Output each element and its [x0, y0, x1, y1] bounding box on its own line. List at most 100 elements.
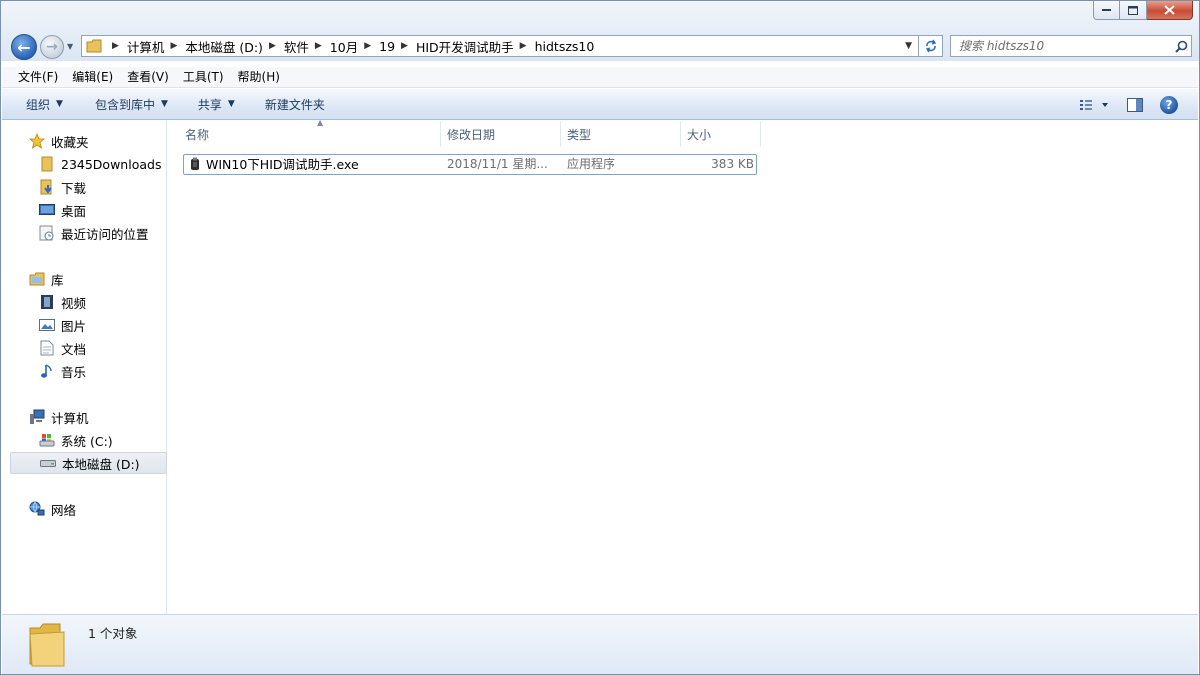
help-button[interactable]: ?: [1160, 95, 1178, 114]
menu-view[interactable]: 查看(V): [119, 67, 175, 88]
organize-label[interactable]: 组织: [26, 96, 50, 113]
chevron-right-icon[interactable]: ▶: [364, 41, 371, 51]
forward-arrow-icon: →: [46, 39, 58, 55]
preview-pane-button[interactable]: [1124, 95, 1146, 115]
column-header-size[interactable]: 大小: [681, 121, 761, 147]
chevron-right-icon[interactable]: ▶: [401, 41, 408, 51]
breadcrumb-label[interactable]: 软件: [284, 37, 309, 56]
recent-pages-dropdown[interactable]: ▼: [67, 42, 73, 51]
breadcrumb-label[interactable]: 计算机: [127, 37, 165, 56]
breadcrumb-3[interactable]: ▶ 10月: [309, 37, 358, 56]
nav-item-downloads[interactable]: 下载: [2, 176, 167, 198]
chevron-right-icon[interactable]: ▶: [170, 41, 177, 51]
back-button[interactable]: ←: [11, 34, 37, 60]
search-icon[interactable]: [1171, 36, 1191, 56]
file-list-view: ▲ 名称 修改日期 类型 大小 WIN10下HID调试助手.exe 2018/1…: [168, 118, 1198, 614]
file-type: 应用程序: [567, 157, 616, 171]
file-name[interactable]: WIN10下HID调试助手.exe: [206, 155, 359, 174]
desktop-icon: [39, 202, 55, 218]
chevron-right-icon[interactable]: ▶: [315, 41, 322, 51]
menu-edit[interactable]: 编辑(E): [64, 67, 119, 88]
item-count: 1 个对象: [88, 626, 138, 641]
nav-item-label: 图片: [61, 318, 87, 334]
chevron-down-icon[interactable]: ▼: [161, 99, 168, 109]
nav-libraries-label: 库: [51, 272, 64, 288]
search-box[interactable]: [950, 35, 1192, 57]
share-label[interactable]: 共享: [198, 96, 222, 113]
nav-item-desktop[interactable]: 桌面: [2, 199, 167, 221]
maximize-button[interactable]: [1120, 1, 1147, 20]
folder-icon: [86, 39, 102, 53]
chevron-down-icon[interactable]: ▼: [228, 99, 235, 109]
folder-icon: [39, 156, 55, 172]
breadcrumb-1[interactable]: ▶ 本地磁盘 (D:): [164, 37, 263, 56]
menu-file[interactable]: 文件(F): [2, 67, 64, 88]
chevron-right-icon[interactable]: ▶: [112, 41, 119, 51]
breadcrumb-6[interactable]: ▶ hidtszs10: [514, 39, 595, 54]
nav-item-2345downloads[interactable]: 2345Downloads: [2, 153, 167, 175]
nav-computer[interactable]: 计算机: [2, 406, 167, 428]
column-header-date[interactable]: 修改日期: [441, 121, 561, 147]
include-library-label[interactable]: 包含到库中: [95, 96, 155, 113]
command-bar-right: ?: [1076, 89, 1198, 120]
column-header-label: 大小: [687, 127, 712, 142]
breadcrumb-5[interactable]: ▶ HID开发调试助手: [395, 37, 514, 56]
back-arrow-icon: ←: [17, 37, 31, 57]
minimize-icon: [1101, 9, 1111, 11]
column-header-name[interactable]: ▲ 名称: [179, 118, 441, 147]
breadcrumb-label[interactable]: 19: [379, 39, 395, 54]
nav-item-label: 桌面: [61, 203, 87, 219]
nav-item-pictures[interactable]: 图片: [2, 314, 167, 336]
search-input[interactable]: [951, 37, 1171, 55]
caption-buttons: [1093, 1, 1193, 20]
menu-tools[interactable]: 工具(T): [175, 67, 230, 88]
breadcrumb-4[interactable]: ▶ 19: [358, 39, 395, 54]
chevron-down-icon[interactable]: ▼: [56, 99, 63, 109]
breadcrumb-label[interactable]: 10月: [330, 37, 358, 56]
new-folder-label[interactable]: 新建文件夹: [265, 96, 325, 113]
minimize-button[interactable]: [1093, 1, 1120, 20]
hard-drive-icon: [40, 455, 56, 471]
menu-help[interactable]: 帮助(H): [230, 67, 286, 88]
nav-item-local-disk-d[interactable]: 本地磁盘 (D:): [10, 452, 167, 474]
table-row[interactable]: WIN10下HID调试助手.exe 2018/11/1 星期... 应用程序 3…: [183, 154, 757, 175]
breadcrumb-0[interactable]: ▶ 计算机: [106, 37, 164, 56]
nav-item-music[interactable]: 音乐: [2, 360, 167, 382]
nav-item-label: 视频: [61, 295, 87, 311]
share-button[interactable]: 共享 ▼: [182, 89, 249, 120]
breadcrumb-label[interactable]: hidtszs10: [535, 39, 595, 54]
chevron-right-icon[interactable]: ▶: [520, 41, 527, 51]
new-folder-button[interactable]: 新建文件夹: [249, 89, 339, 120]
computer-icon: [29, 409, 45, 425]
network-icon: [29, 501, 45, 517]
nav-network[interactable]: 网络: [2, 498, 167, 520]
address-dropdown[interactable]: ▼: [905, 41, 912, 51]
address-bar[interactable]: ▶ 计算机 ▶ 本地磁盘 (D:) ▶ 软件 ▶ 10月 ▶ 19 ▶ HID开发调试助手 …: [81, 35, 919, 57]
close-button[interactable]: [1147, 1, 1193, 20]
view-options-icon: [1080, 99, 1108, 110]
refresh-icon: [925, 39, 936, 53]
document-icon: [39, 340, 55, 356]
organize-button[interactable]: 组织 ▼: [2, 89, 77, 120]
nav-item-recent-places[interactable]: 最近访问的位置: [2, 222, 167, 244]
nav-item-videos[interactable]: 视频: [2, 291, 167, 313]
chevron-right-icon[interactable]: ▶: [269, 41, 276, 51]
forward-button[interactable]: →: [40, 35, 64, 59]
explorer-window: ← → ▼ ▶ 计算机 ▶ 本地磁盘 (D:) ▶ 软件 ▶ 10月 ▶ 19 ▶ HID开…: [0, 0, 1200, 675]
picture-icon: [39, 317, 55, 333]
nav-libraries[interactable]: 库: [2, 268, 167, 290]
breadcrumb-2[interactable]: ▶ 软件: [263, 37, 309, 56]
nav-item-documents[interactable]: 文档: [2, 337, 167, 359]
nav-favorites[interactable]: 收藏夹: [2, 130, 167, 152]
breadcrumb-label[interactable]: 本地磁盘 (D:): [185, 37, 263, 56]
nav-item-label: 系统 (C:): [61, 433, 113, 449]
details-pane: 1 个对象: [2, 614, 1198, 674]
breadcrumb-label[interactable]: HID开发调试助手: [416, 37, 514, 56]
nav-network-label: 网络: [51, 502, 77, 518]
include-library-button[interactable]: 包含到库中 ▼: [77, 89, 182, 120]
column-header-type[interactable]: 类型: [561, 121, 681, 147]
change-view-button[interactable]: [1076, 95, 1112, 115]
refresh-button[interactable]: [919, 35, 943, 57]
video-icon: [39, 294, 55, 310]
nav-item-system-c[interactable]: 系统 (C:): [2, 429, 167, 451]
